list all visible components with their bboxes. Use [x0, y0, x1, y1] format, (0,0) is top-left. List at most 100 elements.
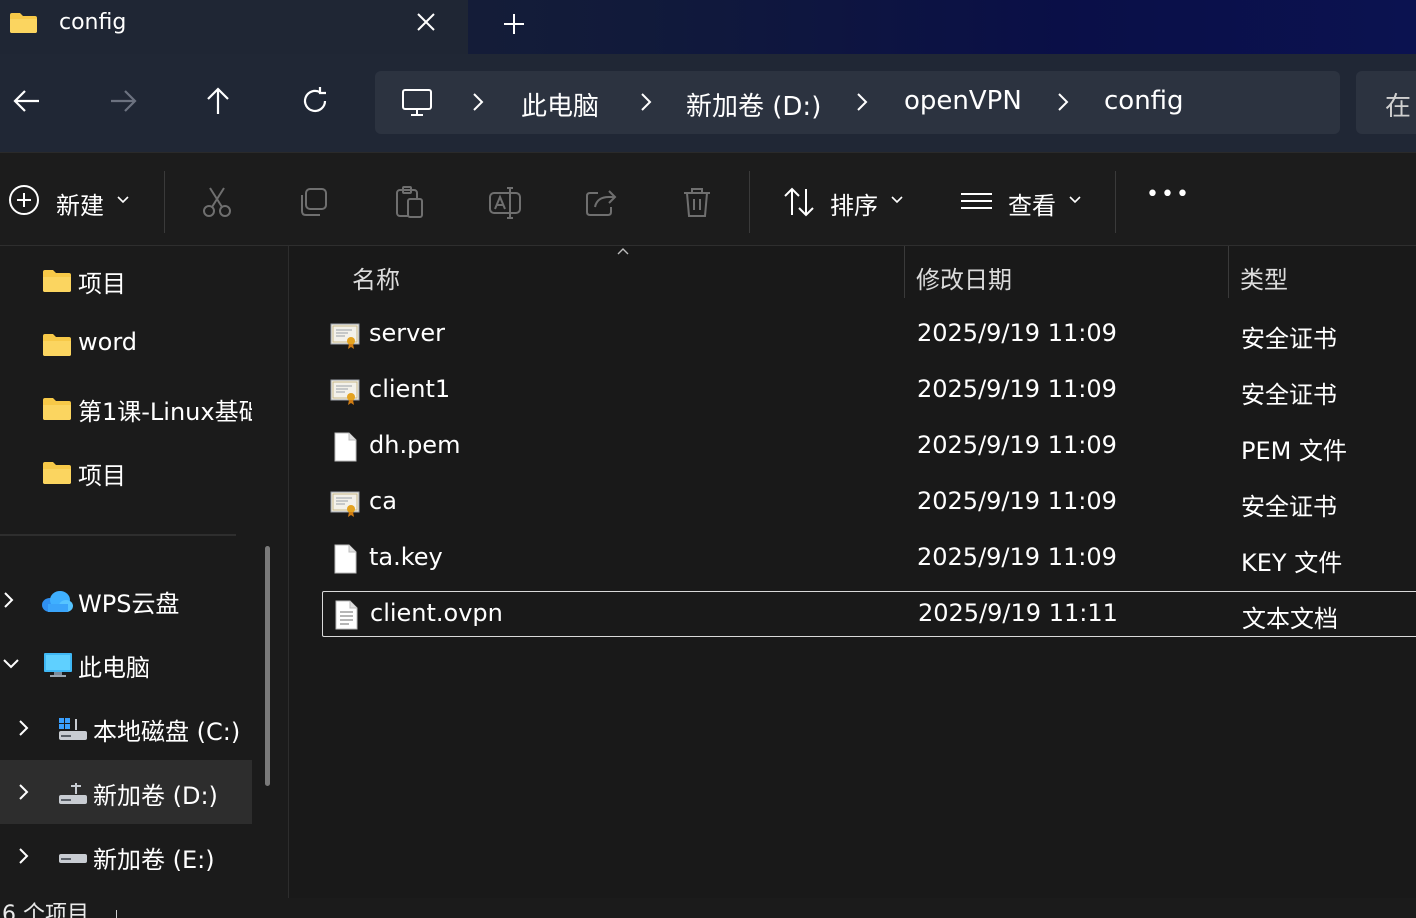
folder-icon — [43, 334, 71, 356]
computer-icon — [402, 89, 432, 116]
divider — [164, 171, 165, 233]
paste-icon[interactable] — [392, 185, 426, 219]
column-header-name[interactable]: 名称 — [352, 260, 400, 295]
drive-icon — [59, 783, 87, 804]
file-row-ca[interactable]: ca 2025/9/19 11:09 安全证书 — [322, 480, 1416, 526]
file-date: 2025/9/19 11:11 — [918, 599, 1118, 627]
rename-icon[interactable] — [488, 185, 522, 219]
file-date: 2025/9/19 11:09 — [917, 487, 1117, 515]
file-name: client.ovpn — [370, 599, 503, 627]
close-icon[interactable] — [413, 9, 439, 35]
column-divider[interactable] — [1228, 246, 1229, 298]
sidebar-item-linux-course[interactable]: 第1课-Linux基础 — [0, 376, 252, 440]
sidebar-item-label: 新加卷 (D:) — [93, 782, 218, 810]
title-bar: config — [0, 0, 1416, 54]
chevron-down-icon[interactable] — [1069, 195, 1081, 205]
copy-icon[interactable] — [296, 185, 330, 219]
chevron-right-icon[interactable] — [2, 590, 16, 610]
file-name: dh.pem — [369, 431, 461, 459]
chevron-down-icon[interactable] — [891, 195, 903, 205]
file-name: ca — [369, 487, 397, 515]
file-row-server[interactable]: server 2025/9/19 11:09 安全证书 — [322, 312, 1416, 358]
sidebar-item-label: WPS云盘 — [78, 590, 180, 618]
chevron-right-icon[interactable] — [638, 91, 654, 113]
chevron-down-icon[interactable] — [117, 195, 129, 205]
column-header-modified[interactable]: 修改日期 — [916, 260, 1012, 295]
file-row-ta-key[interactable]: ta.key 2025/9/19 11:09 KEY 文件 — [322, 536, 1416, 582]
sidebar-item-project-2[interactable]: 项目 — [0, 440, 252, 504]
breadcrumb-drive-d[interactable]: 新加卷 (D:) — [686, 86, 821, 123]
sidebar-item-label: 新加卷 (E:) — [93, 846, 215, 874]
plus-icon[interactable] — [501, 11, 527, 37]
cut-icon[interactable] — [200, 185, 234, 219]
file-name: ta.key — [369, 543, 443, 571]
file-list: 名称 修改日期 类型 server 2025/9/19 11:09 安全证书 c… — [290, 246, 1416, 898]
column-header-type[interactable]: 类型 — [1240, 260, 1288, 295]
file-row-client-ovpn[interactable]: client.ovpn 2025/9/19 11:11 文本文档 — [322, 591, 1416, 637]
sidebar-item-wps-cloud[interactable]: WPS云盘 — [0, 568, 252, 632]
divider — [1115, 171, 1116, 233]
file-date: 2025/9/19 11:09 — [917, 543, 1117, 571]
chevron-right-icon[interactable] — [470, 91, 486, 113]
breadcrumb-openvpn[interactable]: openVPN — [904, 86, 1022, 116]
view-list-icon[interactable] — [960, 185, 994, 219]
computer-icon — [44, 653, 72, 677]
breadcrumb-config[interactable]: config — [1104, 86, 1184, 116]
status-bar: 6 个项目 — [0, 898, 1416, 918]
sidebar-item-drive-e[interactable]: 新加卷 (E:) — [0, 824, 252, 888]
file-type: 安全证书 — [1241, 381, 1337, 409]
item-count: 6 个项目 — [2, 902, 89, 918]
sidebar-item-label: 本地磁盘 (C:) — [93, 718, 241, 746]
system-drive-icon — [59, 718, 87, 740]
sidebar-item-drive-c[interactable]: 本地磁盘 (C:) — [0, 696, 252, 760]
sidebar-item-label: 第1课-Linux基础 — [78, 398, 252, 426]
file-type: 安全证书 — [1241, 493, 1337, 521]
refresh-icon[interactable] — [300, 86, 330, 116]
folder-icon — [43, 270, 71, 292]
delete-icon[interactable] — [680, 185, 714, 219]
chevron-down-icon[interactable] — [2, 654, 20, 674]
file-row-dh-pem[interactable]: dh.pem 2025/9/19 11:09 PEM 文件 — [322, 424, 1416, 470]
file-icon — [334, 432, 357, 462]
chevron-right-icon[interactable] — [17, 782, 31, 802]
drive-icon — [59, 854, 87, 863]
view-button[interactable]: 查看 — [1008, 186, 1056, 221]
chevron-right-icon[interactable] — [17, 718, 31, 738]
sort-button[interactable]: 排序 — [830, 186, 878, 221]
file-row-client1[interactable]: client1 2025/9/19 11:09 安全证书 — [322, 368, 1416, 414]
chevron-right-icon[interactable] — [854, 91, 870, 113]
share-icon[interactable] — [584, 185, 618, 219]
file-name: client1 — [369, 375, 451, 403]
forward-arrow-icon[interactable] — [108, 86, 138, 116]
tab-title: config — [59, 10, 127, 35]
breadcrumb-this-pc[interactable]: 此电脑 — [521, 86, 599, 123]
file-name: server — [369, 319, 445, 347]
up-arrow-icon[interactable] — [203, 86, 233, 116]
chevron-right-icon[interactable] — [17, 846, 31, 866]
sidebar-item-this-pc[interactable]: 此电脑 — [0, 632, 252, 696]
certificate-icon — [330, 323, 360, 349]
navigation-bar: 此电脑 新加卷 (D:) openVPN config 在 — [0, 54, 1416, 152]
sidebar-item-project[interactable]: 项目 — [0, 248, 252, 312]
chevron-right-icon[interactable] — [1055, 91, 1071, 113]
address-bar[interactable]: 此电脑 新加卷 (D:) openVPN config — [375, 71, 1340, 134]
sort-ascending-icon — [617, 248, 629, 255]
sidebar-item-word[interactable]: word — [0, 312, 252, 376]
sidebar-item-drive-d[interactable]: 新加卷 (D:) — [0, 760, 252, 824]
new-button[interactable]: 新建 — [56, 186, 104, 221]
new-plus-icon[interactable] — [8, 184, 40, 216]
certificate-icon — [330, 379, 360, 405]
column-divider[interactable] — [904, 246, 905, 298]
command-bar: 新建 排序 查看 ••• — [0, 152, 1416, 246]
text-file-icon — [335, 600, 358, 630]
sort-arrows-icon[interactable] — [782, 185, 816, 219]
status-divider — [116, 910, 117, 918]
back-arrow-icon[interactable] — [12, 86, 42, 116]
more-options-button[interactable]: ••• — [1146, 182, 1191, 207]
sidebar-item-label: 项目 — [78, 270, 126, 298]
tab-config[interactable]: config — [0, 0, 468, 54]
search-box[interactable]: 在 — [1356, 71, 1416, 134]
sidebar-item-label: 此电脑 — [78, 654, 150, 682]
sidebar-scrollbar[interactable] — [265, 546, 270, 786]
folder-icon — [43, 398, 71, 420]
